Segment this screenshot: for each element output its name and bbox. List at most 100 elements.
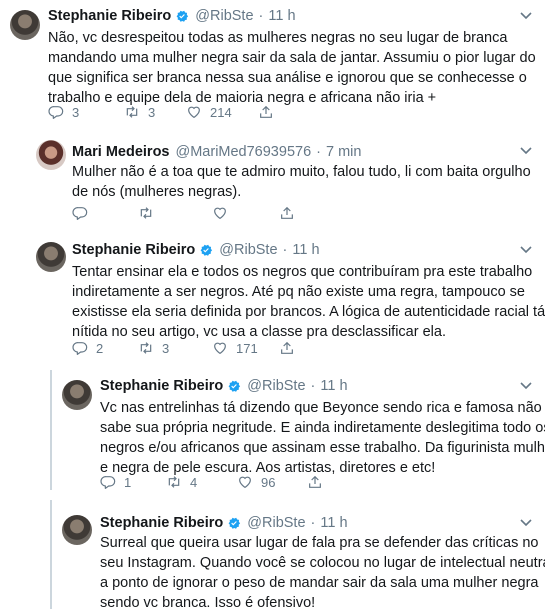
tweet-text-line: a ponto de ignorar o peso de mandar sair… <box>100 575 539 591</box>
avatar[interactable] <box>36 242 66 272</box>
tweet-actions: 3 3 214 <box>48 104 348 122</box>
author-name[interactable]: Stephanie Ribeiro <box>72 242 195 258</box>
tweet-text-line: mandando uma mulher negra sair da sala d… <box>48 50 536 66</box>
separator-dot: · <box>258 8 264 24</box>
reply-count: 2 <box>96 340 104 356</box>
chevron-down-icon[interactable] <box>520 246 532 254</box>
like-button[interactable]: 96 <box>237 474 275 490</box>
retweet-icon <box>168 476 180 488</box>
retweet-button[interactable] <box>138 205 154 221</box>
chevron-down-icon[interactable] <box>520 519 532 527</box>
tweet-text-line: de nós (mulheres negras). <box>72 184 242 200</box>
retweet-button[interactable]: 3 <box>138 340 169 356</box>
retweet-count: 4 <box>190 474 198 490</box>
chevron-down-icon[interactable] <box>520 12 532 20</box>
reply-button[interactable]: 1 <box>100 474 131 490</box>
like-button[interactable]: 214 <box>186 104 232 120</box>
tweet-text-line: nítida no seu artigo, vc usa a classe pr… <box>72 324 446 340</box>
like-count: 96 <box>261 474 276 490</box>
tweet-text-line: negros e/ou africanos que assinam esse t… <box>100 440 545 456</box>
share-icon <box>260 105 272 118</box>
reply-icon <box>48 106 64 119</box>
timestamp[interactable]: 11 h <box>320 515 347 531</box>
chevron-down-icon[interactable] <box>520 382 532 390</box>
reply-icon <box>100 476 116 489</box>
tweet-actions <box>72 205 332 223</box>
tweet-text: Surreal que queira usar lugar de fala pr… <box>100 533 545 613</box>
timestamp[interactable]: 11 h <box>320 378 347 394</box>
separator-dot: · <box>282 242 288 258</box>
tweet-4[interactable]: Stephanie Ribeiro @RibSte · 11 h Vc nas … <box>0 370 545 500</box>
timestamp[interactable]: 11 h <box>292 242 319 258</box>
like-button[interactable]: 171 <box>212 340 258 356</box>
share-button[interactable] <box>279 205 295 221</box>
timestamp[interactable]: 7 min <box>326 144 361 160</box>
author-handle[interactable]: @RibSte <box>247 515 305 531</box>
like-icon <box>214 342 226 355</box>
chevron-down-icon[interactable] <box>520 147 532 155</box>
tweet-header: Stephanie Ribeiro @RibSte · 11 h <box>100 515 348 531</box>
avatar[interactable] <box>62 380 92 410</box>
retweet-button[interactable]: 3 <box>124 104 155 120</box>
author-name[interactable]: Stephanie Ribeiro <box>100 378 223 394</box>
tweet-text-line: que significa ser branca nessa sua análi… <box>48 70 527 86</box>
separator-dot: · <box>310 378 316 394</box>
verified-badge-icon <box>228 517 241 529</box>
tweet-header: Stephanie Ribeiro @RibSte · 11 h <box>100 378 348 394</box>
retweet-icon <box>140 342 152 354</box>
author-handle[interactable]: @MariMed76939576 <box>176 144 312 160</box>
avatar[interactable] <box>10 10 40 40</box>
separator-dot: · <box>316 144 321 160</box>
like-icon <box>239 476 251 489</box>
tweet-header: Mari Medeiros @MariMed76939576 · 7 min <box>72 144 361 160</box>
avatar[interactable] <box>62 515 92 545</box>
author-handle[interactable]: @RibSte <box>247 378 305 394</box>
like-icon <box>188 106 200 119</box>
share-icon <box>281 341 293 354</box>
verified-badge-icon <box>176 10 189 22</box>
tweet-2[interactable]: Mari Medeiros @MariMed76939576 · 7 min M… <box>0 130 545 228</box>
separator-dot: · <box>310 515 316 531</box>
verified-badge-icon <box>200 244 213 256</box>
tweet-text: Não, vc desrespeitou todas as mulheres n… <box>48 28 536 108</box>
reply-button[interactable]: 2 <box>72 340 103 356</box>
author-handle[interactable]: @RibSte <box>195 8 253 24</box>
tweet-text: Mulher não é a toa que te admiro muito, … <box>72 162 531 202</box>
tweet-text-line: Mulher não é a toa que te admiro muito, … <box>72 164 531 180</box>
share-icon <box>281 206 293 219</box>
like-button[interactable] <box>212 205 228 221</box>
tweet-3[interactable]: Stephanie Ribeiro @RibSte · 11 h Tentar … <box>0 230 545 368</box>
tweet-1[interactable]: Stephanie Ribeiro @RibSte · 11 h Não, vc… <box>0 0 545 128</box>
tweet-text-line: seu Instagram. Quando você se colocou no… <box>100 555 545 571</box>
share-button[interactable] <box>279 340 295 356</box>
tweet-text-line: indiretamente a ser negros. Até pq não e… <box>72 284 525 300</box>
author-handle[interactable]: @RibSte <box>219 242 277 258</box>
reply-count: 1 <box>124 474 132 490</box>
reply-icon <box>72 342 88 355</box>
tweet-header: Stephanie Ribeiro @RibSte · 11 h <box>72 242 320 258</box>
reply-button[interactable] <box>72 205 88 221</box>
tweet-text-line: Tentar ensinar ela e todos os negros que… <box>72 264 533 280</box>
avatar[interactable] <box>36 140 66 170</box>
retweet-button[interactable]: 4 <box>166 474 197 490</box>
tweet-text-line: sabe sua própria negritude. E ainda indi… <box>100 420 545 436</box>
like-count: 214 <box>210 104 232 120</box>
tweet-text-line: existisse ela seria definida por brancos… <box>72 304 545 320</box>
tweet-text-line: Surreal que queira usar lugar de fala pr… <box>100 535 539 551</box>
share-icon <box>309 475 321 488</box>
retweet-icon <box>126 106 138 118</box>
tweet-text-line: Não, vc desrespeitou todas as mulheres n… <box>48 30 508 46</box>
timestamp[interactable]: 11 h <box>268 8 295 24</box>
reply-icon <box>72 207 88 220</box>
verified-badge-icon <box>228 380 241 392</box>
author-name[interactable]: Stephanie Ribeiro <box>100 515 223 531</box>
retweet-count: 3 <box>162 340 170 356</box>
like-icon <box>214 207 226 220</box>
tweet-5[interactable]: Stephanie Ribeiro @RibSte · 11 h Surreal… <box>0 505 545 611</box>
reply-button[interactable]: 3 <box>48 104 79 120</box>
tweet-text: Tentar ensinar ela e todos os negros que… <box>72 262 545 342</box>
share-button[interactable] <box>258 104 274 120</box>
author-name[interactable]: Mari Medeiros <box>72 144 170 160</box>
author-name[interactable]: Stephanie Ribeiro <box>48 8 171 24</box>
share-button[interactable] <box>307 474 323 490</box>
